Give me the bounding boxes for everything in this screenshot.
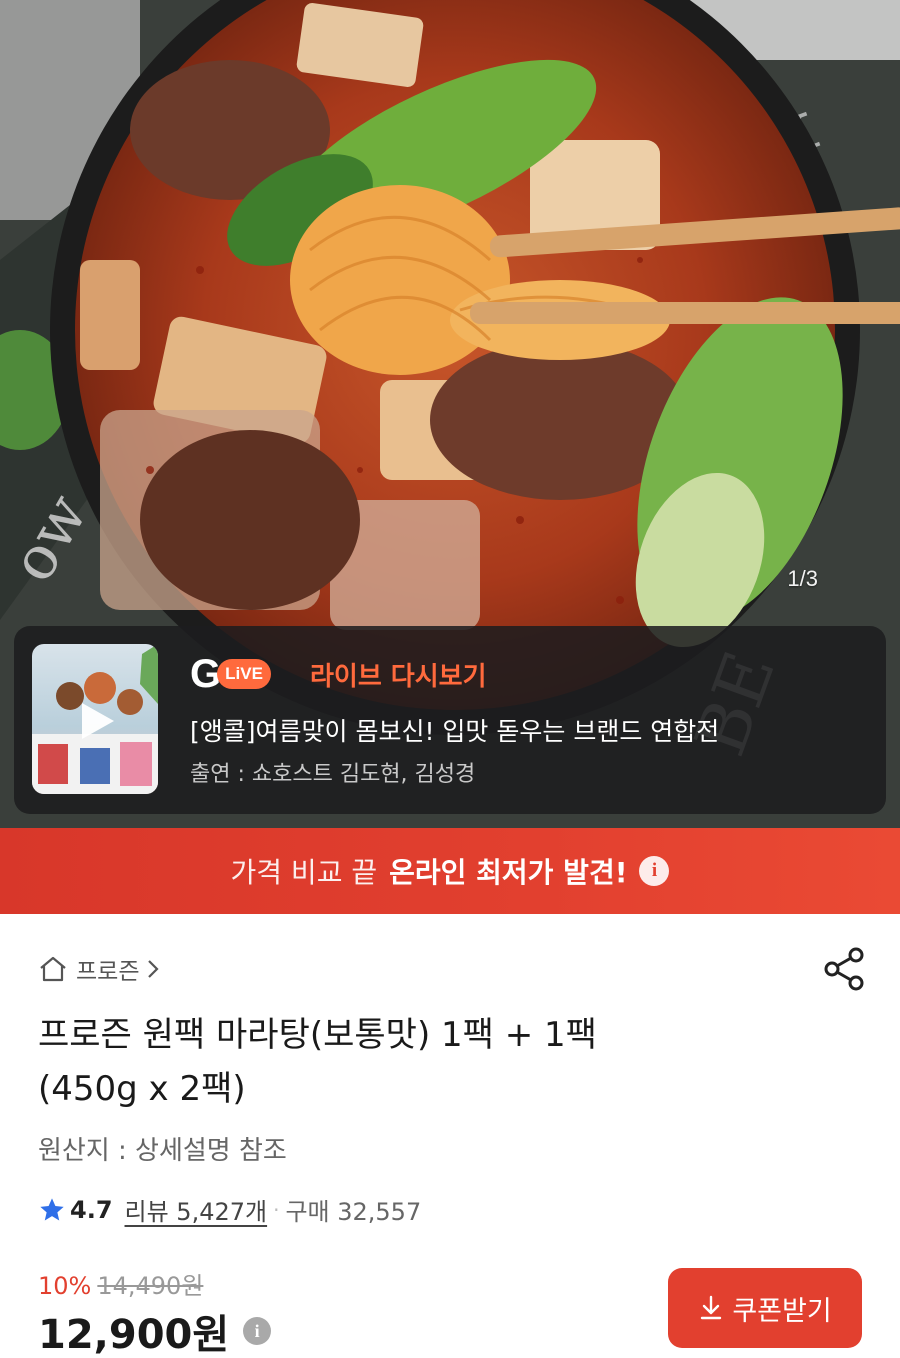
purchase-count: 구매 32,557 xyxy=(285,1198,422,1226)
review-count-link[interactable]: 리뷰 5,427개 xyxy=(125,1192,268,1227)
info-icon[interactable]: i xyxy=(639,856,670,886)
coupon-button-label: 쿠폰받기 xyxy=(732,1295,832,1327)
live-replay-title[interactable]: 라이브 다시보기 xyxy=(310,656,487,693)
price-banner-text: 가격 비교 끝 xyxy=(230,856,378,889)
discount-row: 10% 14,490원 xyxy=(38,1266,203,1301)
price-info-icon[interactable]: i xyxy=(243,1317,272,1345)
original-price: 14,490원 xyxy=(97,1272,204,1300)
lowest-price-banner[interactable]: 가격 비교 끝 온라인 최저가 발견! i xyxy=(0,828,900,914)
live-cast: 출연 : 쇼호스트 김도현, 김성경 xyxy=(190,762,476,787)
product-image-gallery[interactable]: ow k BE xyxy=(0,0,900,828)
live-description: [앵콜]여름맞이 몸보신! 입맛 돋우는 브랜드 연합전 xyxy=(190,717,720,746)
breadcrumb-category[interactable]: 프로즌 xyxy=(76,952,139,986)
rating-score: 4.7 xyxy=(70,1195,113,1224)
origin-info: 원산지 : 상세설명 참조 xyxy=(38,1136,287,1166)
glive-logo: G LiVE xyxy=(190,654,271,694)
image-counter: 1/3 xyxy=(787,566,818,591)
price-banner-highlight: 온라인 최저가 발견! xyxy=(389,856,628,889)
discount-rate: 10% xyxy=(38,1272,92,1300)
separator-dot: · xyxy=(273,1197,280,1222)
rating-row: 4.7 리뷰 5,427개 · 구매 32,557 xyxy=(38,1192,421,1227)
product-title-line2: (450g x 2팩) xyxy=(38,1069,246,1109)
share-icon[interactable] xyxy=(822,946,868,992)
breadcrumb[interactable]: 프로즌 xyxy=(38,952,169,986)
live-thumbnail[interactable] xyxy=(32,644,158,794)
star-icon xyxy=(40,1197,64,1220)
chevron-right-icon xyxy=(148,960,160,978)
glive-logo-live: LiVE xyxy=(217,659,271,689)
coupon-download-button[interactable]: 쿠폰받기 xyxy=(668,1268,862,1348)
product-title: 프로즌 원팩 마라탕(보통맛) 1팩 + 1팩 (450g x 2팩) xyxy=(38,1008,798,1116)
live-replay-card[interactable]: G LiVE 라이브 다시보기 [앵콜]여름맞이 몸보신! 입맛 돋우는 브랜드… xyxy=(14,626,886,814)
home-icon xyxy=(40,956,66,982)
product-title-line1: 프로즌 원팩 마라탕(보통맛) 1팩 + 1팩 xyxy=(38,1015,597,1055)
download-icon xyxy=(701,1295,722,1320)
sale-price: 12,900원 xyxy=(38,1312,230,1358)
price-row: 12,900원 i xyxy=(38,1302,272,1358)
play-icon[interactable] xyxy=(74,699,118,743)
